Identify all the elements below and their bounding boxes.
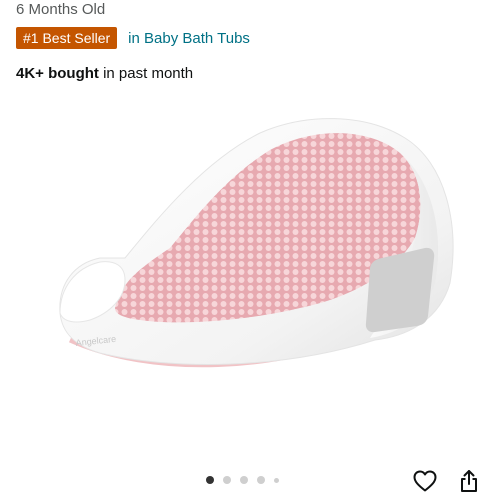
carousel-dot[interactable] [274, 477, 279, 483]
carousel-dot[interactable] [206, 476, 214, 484]
bought-count: 4K+ bought [16, 65, 99, 82]
heart-icon [413, 470, 437, 492]
best-seller-badge[interactable]: #1 Best Seller [16, 27, 118, 49]
image-carousel-indicator[interactable] [206, 476, 279, 484]
share-icon [461, 470, 477, 492]
carousel-dot[interactable] [240, 476, 248, 484]
best-seller-row: #1 Best Seller in Baby Bath Tubs [16, 26, 250, 50]
favorite-button[interactable] [410, 466, 440, 496]
bought-suffix: in past month [98, 65, 194, 82]
carousel-dot[interactable] [223, 476, 231, 484]
share-button[interactable] [454, 466, 484, 496]
product-image[interactable]: Angelcare [30, 108, 480, 408]
carousel-dot[interactable] [257, 476, 265, 484]
best-seller-category-link[interactable]: in Baby Bath Tubs [128, 30, 250, 47]
purchase-count-line: 4K+ bought in past month [16, 64, 193, 84]
product-age-line: 6 Months Old [16, 1, 106, 18]
